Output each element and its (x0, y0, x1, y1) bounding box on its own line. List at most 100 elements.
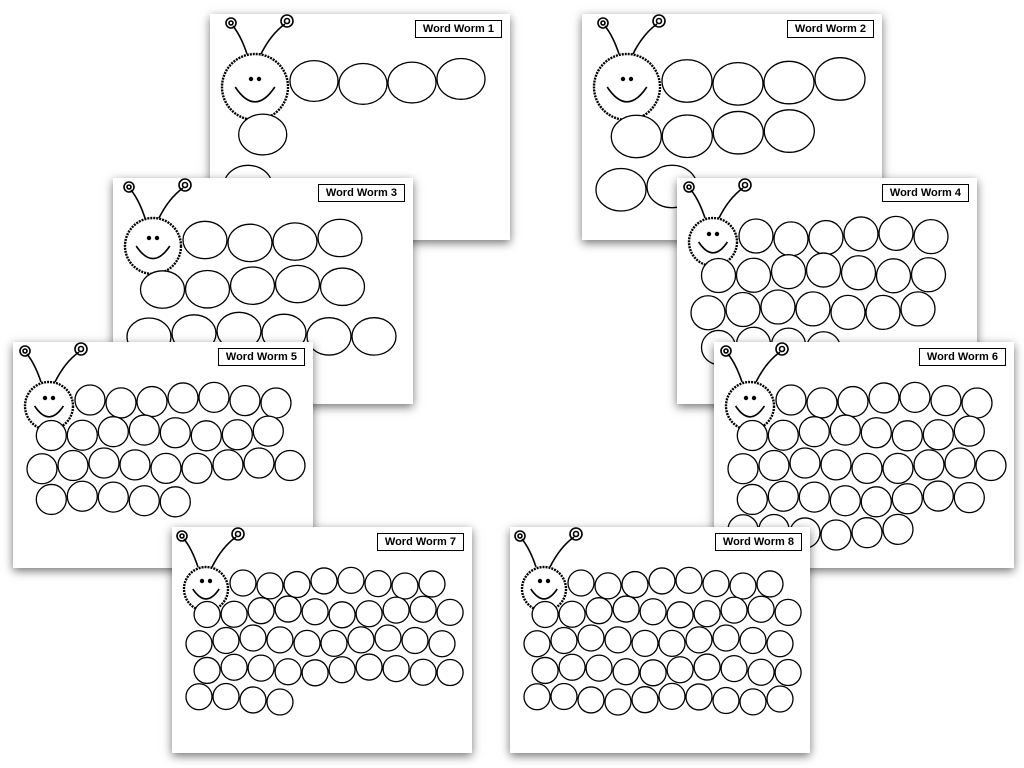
body-segment (595, 167, 647, 212)
worm-head-icon (720, 342, 789, 432)
body-segment (604, 626, 632, 654)
body-segment (347, 626, 375, 654)
body-segment (820, 519, 852, 551)
body-segment (66, 480, 98, 512)
body-segment (830, 294, 866, 331)
body-segment (604, 688, 632, 716)
body-segment (301, 598, 329, 626)
body-segment (193, 600, 221, 629)
body-segment (181, 452, 213, 485)
body-segment (891, 483, 923, 515)
body-segment (775, 384, 807, 416)
body-segment (910, 257, 947, 293)
worksheet-7: Word Worm 7 (172, 527, 472, 753)
body-segment (198, 381, 230, 413)
body-segment (355, 600, 383, 628)
body-segment (875, 258, 912, 294)
body-segment (767, 480, 799, 512)
body-segment (675, 566, 703, 594)
body-segment (639, 659, 667, 687)
body-segment (272, 222, 318, 261)
body-segment (930, 384, 962, 417)
body-segment (35, 483, 67, 516)
body-segment (97, 416, 129, 448)
body-segment (585, 597, 613, 625)
worm-head-icon (19, 342, 88, 432)
body-segment (621, 570, 649, 599)
body-segment (418, 570, 446, 598)
body-segment (795, 291, 831, 327)
body-segment (184, 269, 231, 309)
body-segment (220, 600, 248, 628)
body-segment (735, 257, 772, 293)
body-segment (328, 656, 356, 684)
body-segment (860, 486, 892, 518)
worksheet-8: Word Worm 8 (510, 527, 810, 753)
body-segment (829, 485, 861, 517)
body-segment (747, 658, 775, 686)
worm-head-icon (176, 527, 245, 613)
body-segment (767, 419, 799, 451)
body-segment (88, 447, 120, 479)
body-segment (167, 382, 199, 414)
body-segment (913, 449, 945, 481)
body-segment (159, 417, 191, 449)
body-segment (256, 572, 284, 600)
body-segment (577, 624, 605, 652)
body-segment (808, 219, 844, 256)
worm-head-icon (683, 178, 752, 268)
body-segment (355, 653, 383, 681)
body-segment (727, 453, 759, 485)
body-segment (301, 659, 329, 687)
worm-body-segments (727, 381, 1007, 551)
body-segment (774, 598, 802, 627)
body-segment (922, 419, 954, 451)
body-segment (247, 654, 275, 682)
body-segment (212, 626, 240, 655)
body-segment (712, 686, 740, 715)
body-segment (182, 220, 228, 260)
body-segment (851, 517, 883, 549)
body-segment (720, 596, 748, 624)
body-segment (773, 221, 809, 257)
body-segment (837, 385, 869, 418)
body-segment (374, 624, 402, 652)
body-segment (558, 653, 586, 681)
body-segment (97, 481, 129, 513)
body-segment (221, 419, 253, 451)
body-segment (900, 291, 936, 327)
body-segment (756, 570, 784, 598)
body-segment (185, 630, 213, 658)
body-segment (185, 683, 213, 711)
body-segment (577, 686, 605, 714)
body-segment (227, 223, 273, 263)
body-segment (558, 600, 586, 628)
body-segment (758, 449, 790, 482)
body-segment (567, 569, 595, 597)
body-segment (631, 686, 659, 714)
body-segment (851, 452, 883, 485)
body-segment (306, 317, 352, 356)
body-segment (814, 57, 866, 101)
body-segment (260, 387, 292, 419)
body-segment (293, 629, 321, 658)
body-segment (391, 572, 419, 600)
body-segment (843, 216, 879, 252)
body-segment (648, 567, 676, 595)
body-segment (436, 57, 486, 100)
body-segment (944, 447, 976, 479)
body-segment (523, 630, 551, 658)
body-segment (283, 570, 311, 599)
body-segment (229, 266, 276, 306)
body-segment (766, 630, 794, 658)
body-segment (190, 420, 222, 452)
body-segment (364, 569, 392, 598)
body-segment (739, 688, 767, 716)
body-segment (878, 215, 914, 251)
body-segment (661, 59, 713, 103)
body-segment (594, 572, 622, 600)
body-segment (252, 415, 284, 447)
body-segment (382, 596, 410, 624)
body-segment (585, 654, 613, 682)
body-segment (550, 682, 578, 711)
